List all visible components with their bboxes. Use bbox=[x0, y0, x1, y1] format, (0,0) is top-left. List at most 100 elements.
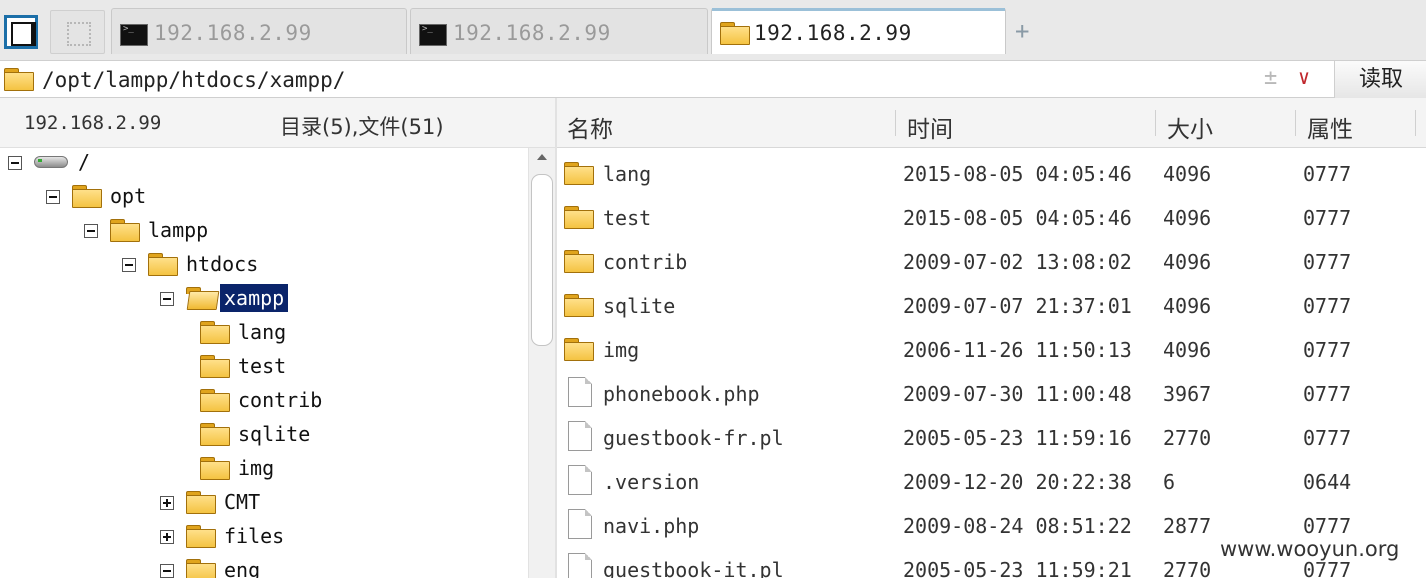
file-attr: 0777 bbox=[1303, 558, 1352, 578]
tab-label: 192.168.2.99 bbox=[754, 21, 912, 45]
folder-icon bbox=[200, 389, 230, 412]
tree-node-label: CMT bbox=[224, 490, 261, 514]
file-time: 2015-08-05 04:05:46 bbox=[903, 206, 1132, 230]
file-name: .version bbox=[603, 470, 700, 494]
file-time: 2005-05-23 11:59:21 bbox=[903, 558, 1132, 578]
column-header-size[interactable]: 大小 bbox=[1167, 110, 1213, 144]
column-header-attr[interactable]: 属性 bbox=[1307, 110, 1353, 144]
file-list: lang 2015-08-05 04:05:46 4096 0777 test 2015-… bbox=[557, 150, 1426, 578]
column-separator[interactable] bbox=[1295, 110, 1296, 136]
folder-icon bbox=[200, 423, 230, 446]
column-separator[interactable] bbox=[895, 110, 896, 136]
file-row[interactable]: test 2015-08-05 04:05:46 4096 0777 bbox=[557, 194, 1426, 238]
path-input[interactable] bbox=[40, 65, 1324, 95]
file-attr: 0777 bbox=[1303, 206, 1352, 230]
folder-icon bbox=[564, 250, 594, 273]
folder-icon bbox=[4, 68, 34, 91]
tree-node-label: htdocs bbox=[186, 252, 259, 276]
tree-header: 192.168.2.99 目录(5),文件(51) bbox=[0, 98, 556, 148]
tree-scrollbar[interactable] bbox=[528, 148, 555, 578]
file-icon bbox=[568, 553, 592, 578]
file-attr: 0777 bbox=[1303, 514, 1352, 538]
tree-node-label: sqlite bbox=[238, 422, 311, 446]
file-size: 4096 bbox=[1163, 206, 1212, 230]
folder-icon bbox=[110, 219, 140, 242]
column-header-name[interactable]: 名称 bbox=[567, 110, 613, 144]
collapse-icon[interactable] bbox=[160, 292, 174, 306]
scroll-up-icon[interactable] bbox=[537, 154, 547, 160]
file-icon bbox=[568, 377, 592, 407]
collapse-icon[interactable] bbox=[160, 564, 174, 578]
expand-icon[interactable] bbox=[160, 530, 174, 544]
file-row[interactable]: .version 2009-12-20 20:22:38 6 0644 bbox=[557, 458, 1426, 502]
file-attr: 0777 bbox=[1303, 338, 1352, 362]
file-size: 4096 bbox=[1163, 338, 1212, 362]
collapse-icon[interactable] bbox=[122, 258, 136, 272]
file-row[interactable]: phonebook.php 2009-07-30 11:00:48 3967 0777 bbox=[557, 370, 1426, 414]
file-attr: 0777 bbox=[1303, 250, 1352, 274]
tab-terminal-1[interactable]: 192.168.2.99 bbox=[111, 8, 407, 54]
file-icon bbox=[568, 509, 592, 539]
file-time: 2006-11-26 11:50:13 bbox=[903, 338, 1132, 362]
host-label: 192.168.2.99 bbox=[24, 112, 162, 134]
file-row[interactable]: guestbook-fr.pl 2005-05-23 11:59:16 2770 07… bbox=[557, 414, 1426, 458]
tree-node-label: lampp bbox=[148, 218, 209, 242]
folder-icon bbox=[564, 338, 594, 361]
file-time: 2015-08-05 04:05:46 bbox=[903, 162, 1132, 186]
file-size: 2770 bbox=[1163, 426, 1212, 450]
tree-node-label: img bbox=[238, 456, 275, 480]
file-name: lang bbox=[603, 162, 652, 186]
path-options-icon[interactable]: ± bbox=[1264, 65, 1277, 90]
scroll-thumb[interactable] bbox=[531, 174, 553, 346]
column-separator[interactable] bbox=[1415, 110, 1416, 136]
new-tab-button[interactable]: + bbox=[1015, 19, 1029, 43]
file-icon bbox=[568, 421, 592, 451]
file-name: sqlite bbox=[603, 294, 676, 318]
file-row[interactable]: sqlite 2009-07-07 21:37:01 4096 0777 bbox=[557, 282, 1426, 326]
file-time: 2009-12-20 20:22:38 bbox=[903, 470, 1132, 494]
terminal-icon bbox=[419, 24, 447, 46]
address-bar: ± ∨ 读取 bbox=[0, 60, 1426, 98]
file-size: 2770 bbox=[1163, 558, 1212, 578]
tree-node-label: contrib bbox=[238, 388, 323, 412]
selection-button[interactable] bbox=[50, 10, 105, 54]
folder-icon bbox=[564, 294, 594, 317]
folder-icon bbox=[200, 321, 230, 344]
file-row[interactable]: lang 2015-08-05 04:05:46 4096 0777 bbox=[557, 150, 1426, 194]
folder-icon bbox=[186, 491, 216, 514]
file-row[interactable]: contrib 2009-07-02 13:08:02 4096 0777 bbox=[557, 238, 1426, 282]
tree-node-label: test bbox=[238, 354, 287, 378]
collapse-icon[interactable] bbox=[84, 224, 98, 238]
folder-icon bbox=[148, 253, 178, 276]
panel-toggle-button[interactable] bbox=[4, 15, 38, 49]
file-name: phonebook.php bbox=[603, 382, 760, 406]
column-header-time[interactable]: 时间 bbox=[907, 110, 953, 144]
file-size: 4096 bbox=[1163, 162, 1212, 186]
item-counts: 目录(5),文件(51) bbox=[280, 115, 444, 139]
folder-icon bbox=[186, 559, 216, 578]
tab-label: 192.168.2.99 bbox=[154, 21, 312, 45]
collapse-icon[interactable] bbox=[46, 190, 60, 204]
file-size: 6 bbox=[1163, 470, 1176, 494]
file-attr: 0644 bbox=[1303, 470, 1352, 494]
folder-icon bbox=[72, 185, 102, 208]
collapse-icon[interactable] bbox=[8, 156, 22, 170]
directory-tree: / opt lampp htdocs xampp lang test contrib sqlit… bbox=[0, 148, 528, 578]
file-size: 2877 bbox=[1163, 514, 1212, 538]
file-attr: 0777 bbox=[1303, 294, 1352, 318]
watermark: www.wooyun.org bbox=[1220, 537, 1400, 561]
file-attr: 0777 bbox=[1303, 382, 1352, 406]
tab-file-manager[interactable]: 192.168.2.99 bbox=[711, 8, 1006, 54]
read-button[interactable]: 读取 bbox=[1334, 61, 1426, 98]
column-separator[interactable] bbox=[1155, 110, 1156, 136]
tab-terminal-2[interactable]: 192.168.2.99 bbox=[410, 8, 708, 54]
file-size: 4096 bbox=[1163, 250, 1212, 274]
file-row[interactable]: img 2006-11-26 11:50:13 4096 0777 bbox=[557, 326, 1426, 370]
tree-node-label: opt bbox=[110, 184, 147, 208]
chevron-down-icon[interactable]: ∨ bbox=[1298, 65, 1310, 89]
file-name: img bbox=[603, 338, 640, 362]
folder-icon bbox=[564, 206, 594, 229]
expand-icon[interactable] bbox=[160, 496, 174, 510]
tab-bar: 192.168.2.99 192.168.2.99 192.168.2.99 + bbox=[0, 0, 1426, 60]
folder-open-icon bbox=[186, 287, 216, 309]
